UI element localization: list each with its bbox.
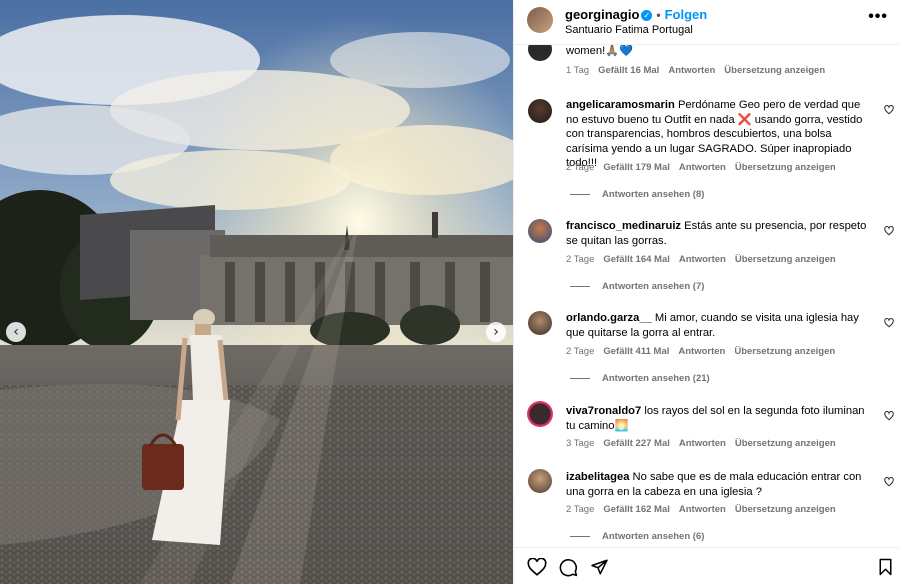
- comment-time[interactable]: 2 Tage: [566, 504, 594, 515]
- comments-panel: georginagio ✓ • Folgen Santuario Fatima Por…: [513, 0, 900, 584]
- commenter-username[interactable]: izabelitagea: [566, 471, 629, 483]
- comment-likes[interactable]: Gefällt 162 Mal: [603, 504, 670, 515]
- comment-time[interactable]: 3 Tage: [566, 438, 594, 449]
- translate-button[interactable]: Übersetzung anzeigen: [735, 254, 836, 265]
- comment-likes[interactable]: Gefällt 164 Mal: [603, 254, 670, 265]
- replies-divider: [570, 193, 590, 195]
- heart-icon[interactable]: [884, 411, 894, 421]
- commenter-avatar[interactable]: [528, 469, 552, 493]
- post-header: georginagio ✓ • Folgen Santuario Fatima Por…: [514, 0, 900, 45]
- verified-badge-icon: ✓: [641, 10, 653, 22]
- reply-button[interactable]: Antworten: [678, 346, 725, 357]
- comment-body: francisco_medinaruiz Estás ante su prese…: [566, 219, 872, 248]
- heart-icon[interactable]: [884, 477, 894, 487]
- commenter-avatar[interactable]: [528, 45, 552, 61]
- carousel-next-button[interactable]: ›: [486, 322, 506, 342]
- author-line: georginagio ✓ • Folgen: [565, 7, 707, 22]
- comment-meta: 3 Tage Gefällt 227 Mal Antworten Übersetzun…: [566, 438, 845, 449]
- comment-likes[interactable]: Gefällt 411 Mal: [603, 346, 669, 357]
- replies-divider: [570, 285, 590, 287]
- author-avatar[interactable]: [527, 7, 553, 33]
- post-photo: ‹ ›: [0, 0, 513, 584]
- commenter-avatar[interactable]: [528, 311, 552, 335]
- commenter-username[interactable]: francisco_medinaruiz: [566, 220, 681, 232]
- comment-body: orlando.garza__ Mi amor, cuando se visit…: [566, 311, 872, 340]
- comment-time[interactable]: 2 Tage: [566, 162, 594, 173]
- commenter-avatar[interactable]: [528, 219, 552, 243]
- comment-time[interactable]: 2 Tage: [566, 346, 594, 357]
- commenter-username[interactable]: orlando.garza__: [566, 312, 652, 324]
- reply-button[interactable]: Antworten: [679, 438, 726, 449]
- comment-likes[interactable]: Gefällt 227 Mal: [603, 438, 670, 449]
- comment-meta: 2 Tage Gefällt 164 Mal Antworten Übersetzun…: [566, 254, 845, 265]
- translate-button[interactable]: Übersetzung anzeigen: [724, 65, 825, 76]
- reply-button[interactable]: Antworten: [679, 504, 726, 515]
- comment-likes[interactable]: Gefällt 179 Mal: [603, 162, 670, 173]
- translate-button[interactable]: Übersetzung anzeigen: [735, 504, 836, 515]
- separator-dot: •: [656, 8, 661, 22]
- view-replies-button[interactable]: Antworten ansehen (21): [570, 373, 710, 384]
- heart-icon[interactable]: [884, 318, 894, 328]
- author-username[interactable]: georginagio: [565, 7, 639, 22]
- comment-body: angelicaramosmarin Perdóname Geo pero de…: [566, 98, 872, 171]
- commenter-username[interactable]: angelicaramosmarin: [566, 99, 675, 111]
- view-replies-label: Antworten ansehen (6): [602, 531, 705, 542]
- heart-icon[interactable]: [884, 226, 894, 236]
- reply-button[interactable]: Antworten: [668, 65, 715, 76]
- view-replies-label: Antworten ansehen (21): [602, 373, 710, 384]
- comment-meta: 1 Tag Gefällt 16 Mal Antworten Übersetzung …: [566, 65, 834, 76]
- action-bar: [514, 547, 900, 585]
- comments-list[interactable]: women!🙏🏽💙 1 Tag Gefällt 16 Mal Antworten Üb…: [514, 45, 900, 547]
- commenter-avatar[interactable]: [528, 99, 552, 123]
- bookmark-icon[interactable]: [878, 558, 893, 576]
- commenter-avatar[interactable]: [527, 401, 553, 427]
- follow-button[interactable]: Folgen: [665, 7, 708, 22]
- view-replies-label: Antworten ansehen (8): [602, 189, 705, 200]
- reply-button[interactable]: Antworten: [679, 254, 726, 265]
- view-replies-button[interactable]: Antworten ansehen (7): [570, 281, 704, 292]
- replies-divider: [570, 535, 590, 537]
- comment-time[interactable]: 2 Tage: [566, 254, 594, 265]
- reply-button[interactable]: Antworten: [679, 162, 726, 173]
- view-replies-button[interactable]: Antworten ansehen (8): [570, 189, 704, 200]
- comment-text: women!🙏🏽💙: [566, 45, 634, 57]
- chevron-left-icon: ‹: [13, 324, 19, 340]
- more-options-button[interactable]: •••: [868, 8, 888, 26]
- post-location[interactable]: Santuario Fatima Portugal: [565, 24, 693, 36]
- view-replies-label: Antworten ansehen (7): [602, 281, 705, 292]
- heart-icon[interactable]: [527, 558, 547, 576]
- comment-likes[interactable]: Gefällt 16 Mal: [598, 65, 659, 76]
- translate-button[interactable]: Übersetzung anzeigen: [735, 162, 836, 173]
- translate-button[interactable]: Übersetzung anzeigen: [734, 346, 835, 357]
- chevron-right-icon: ›: [493, 324, 499, 340]
- comment-meta: 2 Tage Gefällt 411 Mal Antworten Übersetzun…: [566, 346, 844, 357]
- post-image: [0, 0, 513, 584]
- comment-meta: 2 Tage Gefällt 179 Mal Antworten Übersetzun…: [566, 162, 845, 173]
- heart-icon[interactable]: [884, 105, 894, 115]
- send-icon[interactable]: [590, 558, 609, 576]
- translate-button[interactable]: Übersetzung anzeigen: [735, 438, 836, 449]
- comment-icon[interactable]: [559, 558, 578, 577]
- replies-divider: [570, 377, 590, 379]
- view-replies-button[interactable]: Antworten ansehen (6): [570, 531, 704, 542]
- commenter-username[interactable]: viva7ronaldo7: [566, 405, 641, 417]
- carousel-prev-button[interactable]: ‹: [6, 322, 26, 342]
- comment-body: izabelitagea No sabe que es de mala educ…: [566, 470, 872, 499]
- comment-meta: 2 Tage Gefällt 162 Mal Antworten Übersetzun…: [566, 504, 845, 515]
- comment-time[interactable]: 1 Tag: [566, 65, 589, 76]
- comment-body: viva7ronaldo7 los rayos del sol en la se…: [566, 404, 872, 433]
